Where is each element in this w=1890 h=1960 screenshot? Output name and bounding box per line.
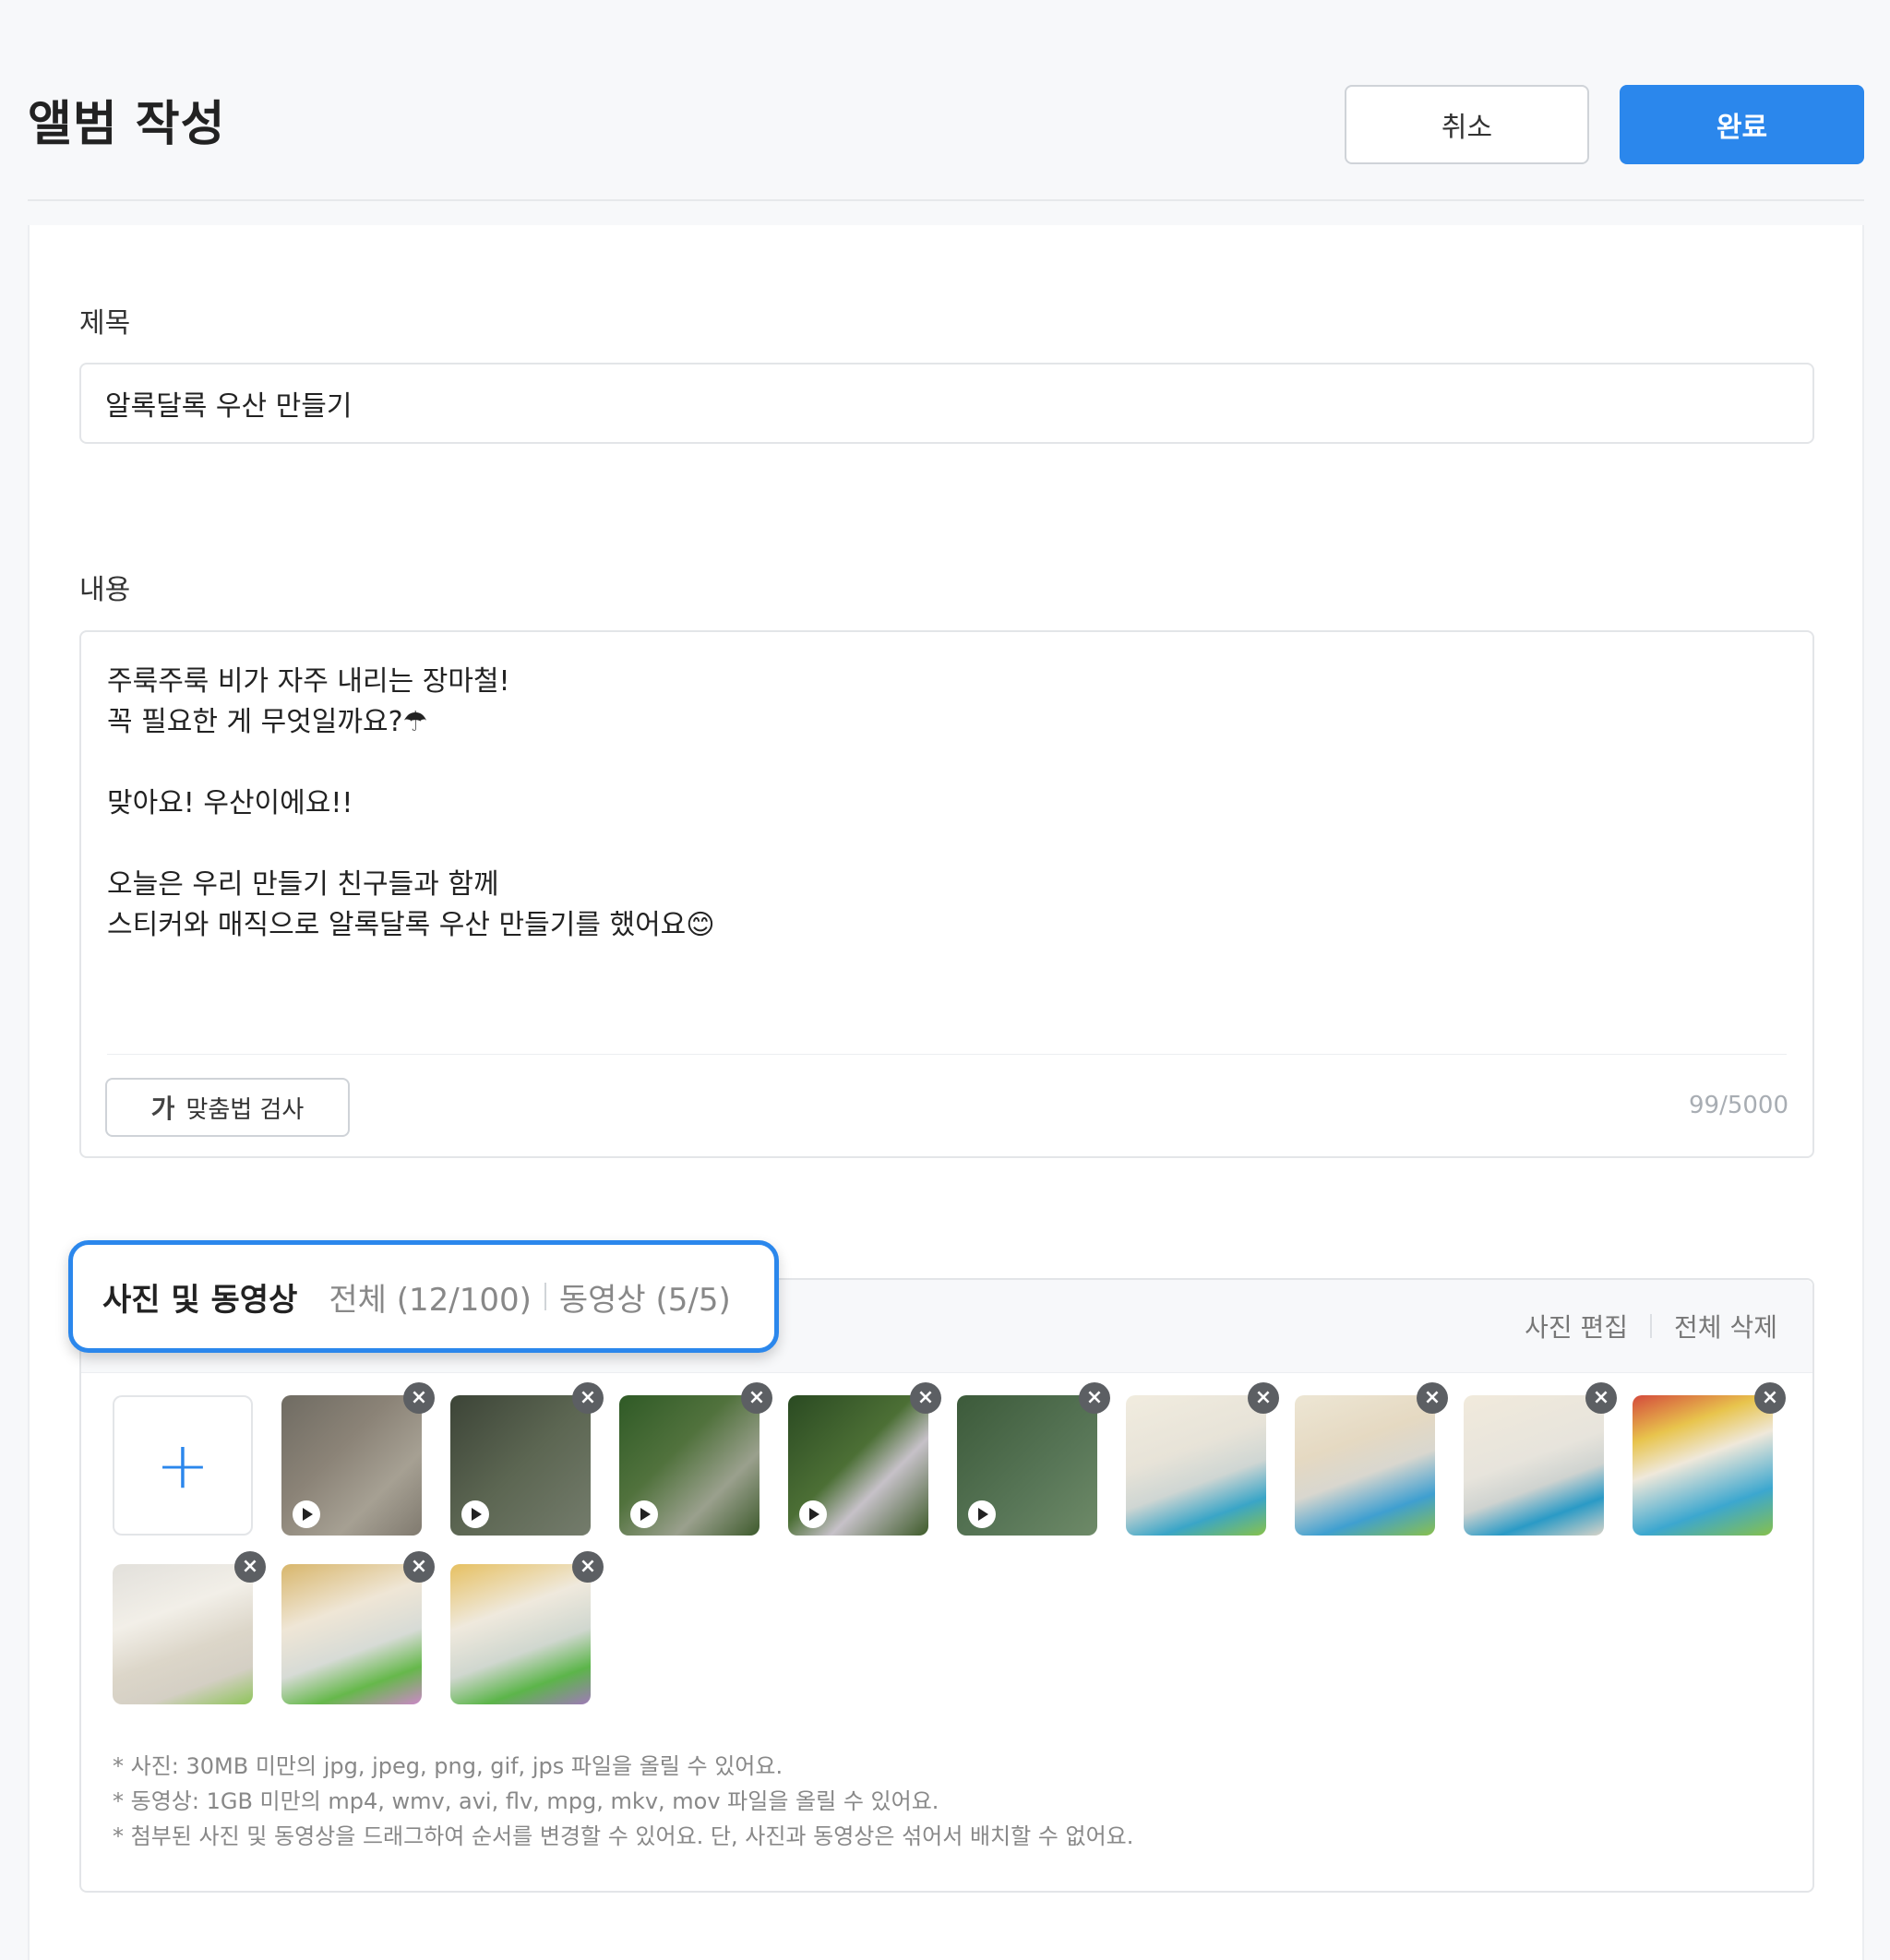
delete-all-button[interactable]: 전체 삭제: [1674, 1308, 1777, 1345]
play-icon: [293, 1500, 320, 1528]
video-thumbnail[interactable]: ×: [788, 1382, 941, 1536]
play-icon: [461, 1500, 489, 1528]
close-icon[interactable]: ×: [403, 1551, 435, 1583]
photo-thumbnail[interactable]: ×: [1633, 1382, 1786, 1536]
media-section-title: 사진 및 동영상: [102, 1281, 298, 1319]
close-icon[interactable]: ×: [1079, 1382, 1110, 1414]
close-icon[interactable]: ×: [234, 1551, 266, 1583]
photo-edit-button[interactable]: 사진 편집: [1525, 1308, 1628, 1345]
photo-thumbnail[interactable]: ×: [1464, 1382, 1617, 1536]
title-label: 제목: [79, 307, 131, 340]
page-title: 앨범 작성: [28, 97, 226, 152]
upload-notes: * 사진: 30MB 미만의 jpg, jpeg, png, gif, jps …: [113, 1749, 1133, 1854]
media-video-count: 동영상 (5/5): [558, 1281, 731, 1319]
photo-thumbnail[interactable]: ×: [281, 1551, 435, 1704]
content-box: 주룩주룩 비가 자주 내리는 장마철! 꼭 필요한 게 무엇일까요?☂ 맞아요!…: [79, 630, 1814, 1158]
media-total-count: 전체 (12/100): [329, 1281, 532, 1319]
media-actions: 사진 편집 전체 삭제: [1525, 1308, 1777, 1345]
close-icon[interactable]: ×: [1417, 1382, 1448, 1414]
video-thumbnail[interactable]: ×: [957, 1382, 1110, 1536]
video-thumbnail[interactable]: ×: [450, 1382, 604, 1536]
photo-thumbnail[interactable]: ×: [450, 1551, 604, 1704]
content-textarea[interactable]: 주룩주룩 비가 자주 내리는 장마철! 꼭 필요한 게 무엇일까요?☂ 맞아요!…: [107, 662, 715, 946]
action-separator: [1650, 1314, 1653, 1338]
spell-check-label: 맞춤법 검사: [185, 1095, 305, 1124]
header-divider: [28, 199, 1864, 201]
close-icon[interactable]: ×: [572, 1382, 604, 1414]
close-icon[interactable]: ×: [910, 1382, 941, 1414]
play-icon: [799, 1500, 827, 1528]
play-icon: [968, 1500, 996, 1528]
char-count: 99/5000: [1688, 1092, 1788, 1119]
close-icon[interactable]: ×: [1754, 1382, 1786, 1414]
play-icon: [630, 1500, 658, 1528]
photo-thumbnail[interactable]: ×: [1126, 1382, 1279, 1536]
add-media-button[interactable]: +: [113, 1395, 253, 1536]
close-icon[interactable]: ×: [572, 1551, 604, 1583]
close-icon[interactable]: ×: [1248, 1382, 1279, 1414]
note-order: * 첨부된 사진 및 동영상을 드래그하여 순서를 변경할 수 있어요. 단, …: [113, 1823, 1134, 1849]
photo-thumbnail[interactable]: ×: [1295, 1382, 1448, 1536]
note-photo: * 사진: 30MB 미만의 jpg, jpeg, png, gif, jps …: [113, 1753, 784, 1779]
close-icon[interactable]: ×: [1585, 1382, 1617, 1414]
cancel-button[interactable]: 취소: [1345, 85, 1589, 164]
plus-icon: +: [155, 1428, 210, 1503]
media-section-label: 사진 및 동영상 전체 (12/100) 동영상 (5/5): [68, 1240, 779, 1353]
note-video: * 동영상: 1GB 미만의 mp4, wmv, avi, flv, mpg, …: [113, 1788, 939, 1814]
close-icon[interactable]: ×: [741, 1382, 772, 1414]
video-thumbnail[interactable]: ×: [281, 1382, 435, 1536]
count-separator: [544, 1283, 546, 1310]
title-input[interactable]: 알록달록 우산 만들기: [79, 363, 1814, 444]
close-icon[interactable]: ×: [403, 1382, 435, 1414]
content-label: 내용: [79, 574, 131, 606]
done-button[interactable]: 완료: [1620, 85, 1864, 164]
video-thumbnail[interactable]: ×: [619, 1382, 772, 1536]
spell-check-button[interactable]: 가 맞춤법 검사: [105, 1078, 350, 1137]
spell-check-icon: 가: [150, 1094, 175, 1124]
photo-thumbnail[interactable]: ×: [113, 1551, 266, 1704]
content-divider: [107, 1054, 1787, 1055]
